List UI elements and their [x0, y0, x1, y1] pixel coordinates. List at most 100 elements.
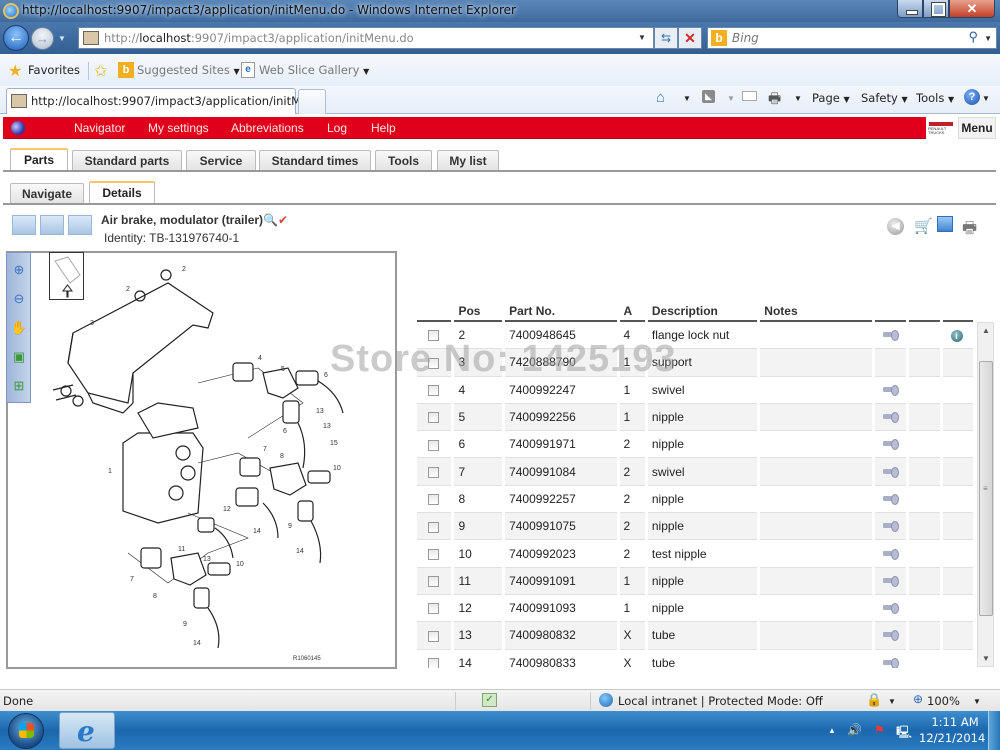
- fit-width-icon[interactable]: ⊞: [10, 377, 28, 395]
- part-view-icon[interactable]: [12, 215, 36, 235]
- zoom-level[interactable]: 100%: [927, 694, 960, 708]
- menu-log[interactable]: Log: [327, 121, 347, 135]
- table-row[interactable]: 8 7400992257 2 nipple: [417, 485, 973, 514]
- part-screw-icon[interactable]: [882, 466, 899, 478]
- home-dropdown-icon[interactable]: ▼: [683, 94, 691, 103]
- clock-date[interactable]: 12/21/2014: [919, 731, 985, 745]
- row-checkbox[interactable]: [428, 494, 439, 506]
- row-checkbox[interactable]: [428, 412, 439, 424]
- part-screw-icon[interactable]: [882, 439, 899, 451]
- cell-part-no[interactable]: 7400991971: [505, 431, 617, 459]
- tools-menu[interactable]: Tools ▼: [916, 91, 954, 105]
- cell-part-no[interactable]: 7400992247: [505, 376, 617, 404]
- scroll-down-icon[interactable]: ▼: [982, 654, 990, 663]
- protected-mode-icon[interactable]: 🔒: [866, 692, 882, 708]
- feeds-icon[interactable]: ◣: [702, 90, 715, 103]
- row-checkbox[interactable]: [428, 658, 439, 668]
- printer-icon[interactable]: 🖶: [962, 217, 977, 244]
- tab-service[interactable]: Service: [186, 150, 256, 171]
- cell-part-no[interactable]: 7400992257: [505, 485, 617, 514]
- table-row[interactable]: 7 7400991084 2 swivel: [417, 458, 973, 486]
- address-bar[interactable]: http://localhost:9907/impact3/applicatio…: [78, 27, 654, 49]
- show-hidden-icons[interactable]: ▲: [828, 726, 836, 735]
- menu-help[interactable]: Help: [371, 121, 396, 135]
- table-row[interactable]: 10 7400992023 2 test nipple: [417, 540, 973, 568]
- part-screw-icon[interactable]: [882, 575, 899, 587]
- menu-my-settings[interactable]: My settings: [148, 121, 209, 135]
- favorites-button[interactable]: Favorites: [28, 63, 80, 77]
- info-icon[interactable]: i: [950, 330, 963, 343]
- shopping-cart-icon[interactable]: 🛒: [914, 217, 933, 235]
- zoom-in-icon[interactable]: ⊕: [10, 261, 28, 279]
- cell-part-no[interactable]: 7400991075: [505, 513, 617, 541]
- cell-part-no[interactable]: 7400948645: [505, 322, 617, 350]
- list-view-icon[interactable]: [68, 215, 92, 235]
- cell-part-no[interactable]: 7400991084: [505, 458, 617, 486]
- row-checkbox[interactable]: [428, 357, 439, 369]
- page-menu[interactable]: Page ▼: [812, 91, 850, 105]
- fit-to-window-icon[interactable]: ▣: [10, 348, 28, 366]
- forward-button[interactable]: →: [31, 27, 54, 50]
- column-header-a[interactable]: A: [619, 300, 645, 322]
- suggested-sites-link[interactable]: Suggested Sites ▼: [137, 63, 240, 77]
- tab-navigate[interactable]: Navigate: [10, 183, 84, 204]
- part-screw-icon[interactable]: [882, 330, 899, 342]
- column-header-pos[interactable]: Pos: [454, 300, 503, 322]
- scrollbar-thumb[interactable]: ≡: [979, 361, 993, 616]
- column-header-description[interactable]: Description: [647, 300, 758, 322]
- tab-standard-times[interactable]: Standard times: [259, 150, 371, 171]
- cell-part-no[interactable]: 7400980833: [505, 649, 617, 668]
- diagram-thumbnail[interactable]: [49, 252, 84, 300]
- pan-hand-icon[interactable]: ✋: [10, 319, 28, 337]
- help-icon[interactable]: ?: [964, 89, 980, 105]
- row-checkbox[interactable]: [428, 385, 439, 397]
- minimize-button[interactable]: [897, 0, 923, 18]
- new-tab-button[interactable]: [298, 89, 326, 114]
- row-checkbox[interactable]: [428, 521, 439, 533]
- action-center-flag-icon[interactable]: ⚑: [874, 723, 885, 737]
- print-icon[interactable]: 🖶: [768, 88, 781, 112]
- help-dropdown-icon[interactable]: ▼: [982, 94, 990, 103]
- row-checkbox[interactable]: [428, 630, 439, 642]
- taskbar-internet-explorer[interactable]: [59, 712, 115, 749]
- table-row[interactable]: 12 7400991093 1 nipple: [417, 594, 973, 623]
- network-icon[interactable]: 🖳: [896, 723, 912, 744]
- part-screw-icon[interactable]: [882, 603, 899, 615]
- tab-my-list[interactable]: My list: [437, 150, 499, 171]
- tab-standard-parts[interactable]: Standard parts: [72, 150, 182, 171]
- zoom-magnifier-icon[interactable]: ⊕: [913, 692, 923, 706]
- table-row[interactable]: 13 7400980832 Xtube: [417, 622, 973, 650]
- table-row[interactable]: 14 7400980833 Xtube: [417, 649, 973, 668]
- web-slice-gallery-link[interactable]: Web Slice Gallery ▼: [259, 63, 369, 77]
- search-check-icon[interactable]: 🔍✔: [263, 213, 288, 227]
- browser-tab[interactable]: http://localhost:9907/impact3/applicatio…: [6, 88, 312, 114]
- cell-part-no[interactable]: 7400991091: [505, 567, 617, 595]
- restore-button[interactable]: [923, 0, 949, 18]
- clock-time[interactable]: 1:11 AM: [931, 715, 979, 729]
- print-dropdown-icon[interactable]: ▼: [794, 94, 802, 103]
- table-row[interactable]: 5 7400992256 1 nipple: [417, 403, 973, 432]
- copy-icon[interactable]: [933, 214, 953, 232]
- table-scrollbar[interactable]: ▲ ≡ ▼: [977, 322, 994, 667]
- cell-part-no[interactable]: 7400992256: [505, 403, 617, 432]
- address-url[interactable]: http://localhost:9907/impact3/applicatio…: [104, 31, 414, 45]
- table-row[interactable]: 9 7400991075 2 nipple: [417, 513, 973, 541]
- tab-tools[interactable]: Tools: [375, 150, 432, 171]
- favorites-star-icon[interactable]: ★: [8, 61, 22, 81]
- scroll-up-icon[interactable]: ▲: [982, 326, 990, 335]
- page-status-icon[interactable]: ✓: [482, 693, 497, 707]
- menu-button[interactable]: Menu: [958, 117, 996, 139]
- close-button[interactable]: ✕: [949, 0, 995, 18]
- tab-parts[interactable]: Parts: [10, 148, 68, 171]
- stop-button[interactable]: ✕: [678, 27, 702, 49]
- row-checkbox[interactable]: [428, 603, 439, 615]
- table-row[interactable]: 4 7400992247 1 swivel: [417, 376, 973, 404]
- history-dropdown-icon[interactable]: ▼: [58, 34, 66, 43]
- exploded-diagram[interactable]: 1 2 2 3 4 5 6 6 7 7 8 8 9 9 10 10 11 12 …: [6, 251, 397, 669]
- security-dropdown-icon[interactable]: ▼: [888, 697, 896, 706]
- back-arrow-icon[interactable]: ◀: [887, 218, 904, 235]
- part-screw-icon[interactable]: [882, 412, 899, 424]
- cell-part-no[interactable]: 7400991093: [505, 594, 617, 623]
- zoom-out-icon[interactable]: ⊖: [10, 290, 28, 308]
- address-dropdown-icon[interactable]: ▼: [638, 33, 646, 42]
